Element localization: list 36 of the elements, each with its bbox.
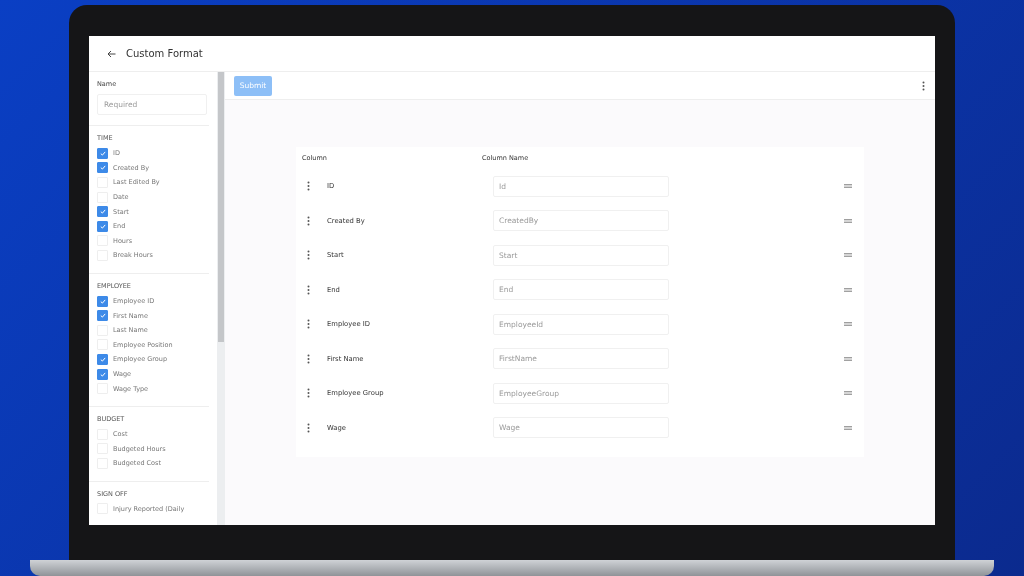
more-menu-icon[interactable] (922, 80, 925, 91)
checkbox[interactable] (97, 295, 108, 307)
row-menu-icon[interactable] (307, 284, 310, 295)
checkbox[interactable] (97, 353, 108, 365)
drag-handle-icon[interactable] (844, 322, 852, 327)
checkbox[interactable] (97, 162, 108, 174)
checkbox[interactable] (97, 147, 108, 159)
row-menu-icon[interactable] (307, 215, 310, 226)
row-menu-icon[interactable] (307, 388, 310, 399)
drag-handle-icon[interactable] (844, 391, 852, 396)
checkmark-icon (99, 313, 106, 319)
checkmark-icon (99, 371, 106, 377)
drag-handle-icon[interactable] (844, 184, 852, 189)
row-menu-icon[interactable] (307, 181, 310, 192)
row-menu-icon[interactable] (307, 353, 310, 364)
checkbox[interactable] (97, 220, 108, 232)
checkmark-icon (99, 223, 106, 229)
checkbox[interactable] (97, 368, 108, 380)
drag-handle-icon[interactable] (844, 425, 852, 430)
checkmark-icon (99, 209, 106, 215)
drag-handle-icon[interactable] (844, 218, 852, 223)
back-arrow-icon[interactable] (107, 49, 116, 58)
checkmark-icon (99, 165, 106, 171)
checkmark-icon (99, 298, 106, 304)
scrollbar[interactable] (217, 72, 225, 525)
row-menu-icon[interactable] (307, 422, 310, 433)
checkbox[interactable] (97, 206, 108, 218)
drag-handle-icon[interactable] (844, 253, 852, 258)
row-menu-icon[interactable] (307, 319, 310, 330)
row-menu-icon[interactable] (307, 250, 310, 261)
page-title: Custom Format (126, 48, 203, 59)
checkbox[interactable] (97, 310, 108, 322)
drag-handle-icon[interactable] (844, 356, 852, 361)
checkmark-icon (99, 356, 106, 362)
drag-handle-icon[interactable] (844, 287, 852, 292)
checkmark-icon (99, 150, 106, 156)
